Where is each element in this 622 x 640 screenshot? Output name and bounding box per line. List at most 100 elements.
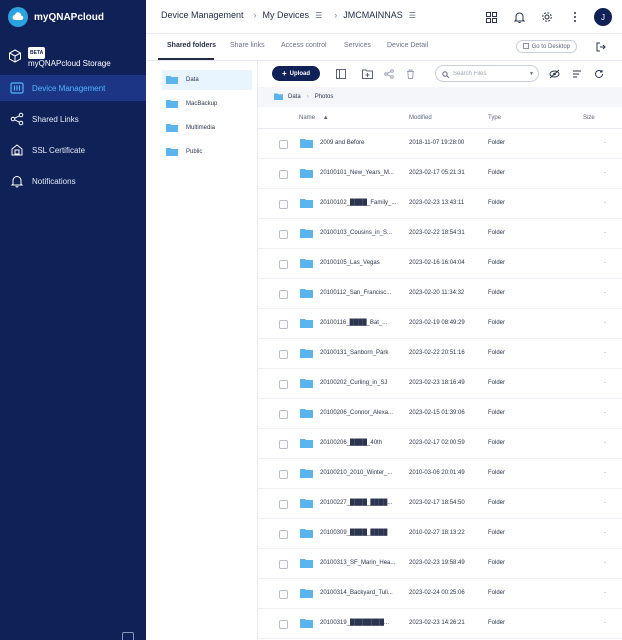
table-row[interactable]: 20100102_████_Family_... 2023-02-23 13:43…	[258, 189, 622, 219]
table-row[interactable]: 20100101_New_Years_M... 2023-02-17 05:21:…	[258, 159, 622, 189]
sidebar-item-ssl-certificate[interactable]: SSL Certificate	[0, 137, 146, 163]
row-checkbox[interactable]	[279, 500, 288, 509]
table-row[interactable]: 20100103_Cousins_in_S... 2023-02-22 18:54…	[258, 219, 622, 249]
path-segment-photos[interactable]: Photos	[315, 94, 334, 100]
table-row[interactable]: 20100309_████_████ 2010-02-27 18:13:22 Fol…	[258, 519, 622, 549]
chevron-down-icon[interactable]: ▼	[529, 71, 534, 77]
tree-item-macbackup[interactable]: MacBackup	[162, 94, 252, 114]
file-name[interactable]: 2009 and Before	[320, 140, 364, 146]
file-name[interactable]: 20100206_████_40th	[320, 440, 382, 446]
search-files-field[interactable]: ▼	[435, 65, 539, 82]
upload-button[interactable]: + Upload	[272, 66, 320, 81]
column-header-name[interactable]: Name ▲	[299, 115, 329, 121]
sidebar-item-device-management[interactable]: Device Management	[0, 75, 146, 101]
file-type: Folder	[488, 320, 506, 326]
refresh-icon[interactable]	[592, 67, 605, 80]
column-header-type[interactable]: Type	[488, 115, 501, 121]
column-header-size[interactable]: Size	[583, 115, 595, 121]
table-row[interactable]: 20100131_Sanborn_Park 2023-02-22 20:51:16…	[258, 339, 622, 369]
file-name[interactable]: 20100206_Connor_Alexa...	[320, 410, 393, 416]
file-name[interactable]: 20100103_Cousins_in_S...	[320, 230, 392, 236]
sort-icon[interactable]	[570, 67, 583, 80]
row-checkbox[interactable]	[279, 560, 288, 569]
row-checkbox[interactable]	[279, 200, 288, 209]
table-row[interactable]: 20100105_Las_Vegas 2023-02-16 16:04:04 Fol…	[258, 249, 622, 279]
file-name[interactable]: 20100112_San_Francisc...	[320, 290, 391, 296]
row-checkbox[interactable]	[279, 170, 288, 179]
search-input[interactable]	[453, 70, 527, 77]
tab-access-control[interactable]: Access control	[281, 42, 327, 49]
table-row[interactable]: 20100202_Curling_in_SJ 2023-02-23 18:16:4…	[258, 369, 622, 399]
breadcrumb-my-devices[interactable]: My Devices	[263, 10, 310, 20]
tree-item-multimedia[interactable]: Multimedia	[162, 118, 252, 138]
row-checkbox[interactable]	[279, 620, 288, 629]
row-checkbox[interactable]	[279, 320, 288, 329]
row-checkbox[interactable]	[279, 230, 288, 239]
file-name[interactable]: 20100319_████████...	[320, 620, 389, 626]
table-row[interactable]: 20100313_SF_Marin_Hea... 2023-02-23 19:58…	[258, 549, 622, 579]
table-row[interactable]: 20100206_████_40th 2023-02-17 02:00:59 Fol…	[258, 429, 622, 459]
tab-services[interactable]: Services	[344, 42, 371, 49]
switch-menu-icon[interactable]: ☰	[315, 11, 322, 20]
table-row[interactable]: 20100116_████_Bat_... 2023-02-19 08:49:29…	[258, 309, 622, 339]
file-name[interactable]: 20100227_████_████...	[320, 500, 392, 506]
file-name[interactable]: 20100101_New_Years_M...	[320, 170, 394, 176]
brand[interactable]: myQNAPcloud	[8, 6, 104, 28]
tree-item-public[interactable]: Public	[162, 142, 252, 162]
row-checkbox[interactable]	[279, 470, 288, 479]
path-segment-data[interactable]: Data	[288, 94, 301, 100]
collapse-sidebar-icon[interactable]	[122, 632, 134, 640]
table-row[interactable]: 20100227_████_████... 2023-02-17 18:54:50…	[258, 489, 622, 519]
table-row[interactable]: 20100314_Backyard_Tuli... 2023-02-24 00:2…	[258, 579, 622, 609]
file-name[interactable]: 20100202_Curling_in_SJ	[320, 380, 387, 386]
grid-icon[interactable]	[480, 6, 502, 28]
trash-icon[interactable]	[404, 67, 417, 80]
row-checkbox[interactable]	[279, 350, 288, 359]
tab-shared-folders[interactable]: Shared folders	[167, 42, 216, 49]
row-checkbox[interactable]	[279, 140, 288, 149]
file-name[interactable]: 20100309_████_████	[320, 530, 387, 536]
file-name[interactable]: 20100313_SF_Marin_Hea...	[320, 560, 395, 566]
file-name[interactable]: 20100116_████_Bat_...	[320, 320, 387, 326]
switch-menu-icon[interactable]: ☰	[409, 11, 416, 20]
folder-icon	[300, 168, 313, 180]
table-row[interactable]: 20100112_San_Francisc... 2023-02-20 11:34…	[258, 279, 622, 309]
file-name[interactable]: 20100314_Backyard_Tuli...	[320, 590, 393, 596]
tree-item-data[interactable]: Data	[162, 70, 252, 90]
row-checkbox[interactable]	[279, 440, 288, 449]
table-row[interactable]: 20100210_2010_Winter_... 2010-03-06 20:01…	[258, 459, 622, 489]
table-row[interactable]: 2009 and Before 2018-11-07 19:28:00 Folder…	[258, 129, 622, 159]
row-checkbox[interactable]	[279, 290, 288, 299]
row-checkbox[interactable]	[279, 590, 288, 599]
tab-device-detail[interactable]: Device Detail	[387, 42, 428, 49]
file-name[interactable]: 20100102_████_Family_...	[320, 200, 396, 206]
gear-icon[interactable]	[536, 6, 558, 28]
file-name[interactable]: 20100105_Las_Vegas	[320, 260, 380, 266]
avatar[interactable]: J	[594, 8, 612, 26]
file-type: Folder	[488, 500, 506, 506]
sidebar: myQNAPcloud BETA myQNAPcloud Storage Dev…	[0, 0, 146, 640]
sidebar-item-shared-links[interactable]: Shared Links	[0, 106, 146, 132]
share-icon[interactable]	[382, 67, 395, 80]
hide-icon[interactable]	[548, 67, 561, 80]
row-checkbox[interactable]	[279, 530, 288, 539]
column-header-modified[interactable]: Modified	[409, 115, 432, 121]
row-checkbox[interactable]	[279, 410, 288, 419]
row-checkbox[interactable]	[279, 260, 288, 269]
tab-share-links[interactable]: Share links	[230, 42, 265, 49]
new-folder-icon[interactable]	[361, 67, 374, 80]
go-to-desktop-button[interactable]: Go to Desktop	[515, 40, 577, 53]
breadcrumb-device-management[interactable]: Device Management	[161, 10, 244, 20]
table-row[interactable]: 20100206_Connor_Alexa... 2023-02-15 01:39…	[258, 399, 622, 429]
panel-toggle-icon[interactable]	[334, 67, 347, 80]
sidebar-item-notifications[interactable]: Notifications	[0, 168, 146, 194]
breadcrumb-device[interactable]: JMCMAINNAS	[343, 10, 403, 20]
file-name[interactable]: 20100210_2010_Winter_...	[320, 470, 392, 476]
table-row[interactable]: 20100319_████████... 2023-02-23 14:26:21 F…	[258, 609, 622, 639]
bell-icon[interactable]	[508, 6, 530, 28]
more-vertical-icon[interactable]	[564, 6, 586, 28]
logout-icon[interactable]	[594, 40, 608, 54]
sidebar-item-storage[interactable]: BETA myQNAPcloud Storage	[8, 44, 146, 72]
row-checkbox[interactable]	[279, 380, 288, 389]
file-name[interactable]: 20100131_Sanborn_Park	[320, 350, 388, 356]
